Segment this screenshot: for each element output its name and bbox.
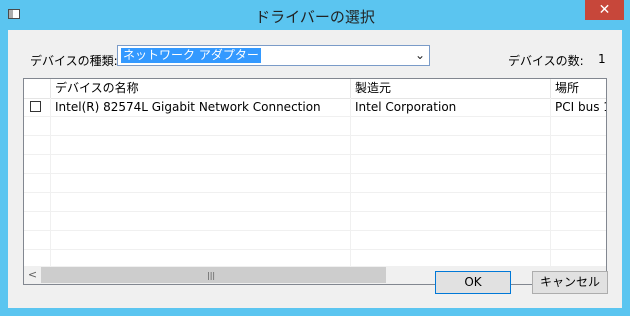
empty-row xyxy=(24,117,606,136)
column-header-manufacturer[interactable]: 製造元 xyxy=(351,79,551,98)
chevron-down-icon[interactable]: ⌄ xyxy=(415,48,425,62)
device-type-dropdown[interactable]: ネットワーク アダプター ⌄ xyxy=(117,45,430,66)
column-header-name[interactable]: デバイスの名称 xyxy=(51,79,351,98)
cancel-button[interactable]: キャンセル xyxy=(532,271,608,294)
device-count-label: デバイスの数: xyxy=(508,54,584,68)
location-cell: PCI bus 1 xyxy=(555,100,606,114)
grip-icon: ||| xyxy=(207,271,216,280)
device-type-value: ネットワーク アダプター xyxy=(121,48,261,63)
ok-button[interactable]: OK xyxy=(435,271,511,294)
empty-row xyxy=(24,231,606,250)
horizontal-scrollbar[interactable]: < ||| > xyxy=(24,266,606,284)
row-checkbox[interactable] xyxy=(30,101,41,112)
scrollbar-thumb[interactable]: ||| xyxy=(41,267,386,283)
table-row[interactable]: Intel(R) 82574L Gigabit Network Connecti… xyxy=(24,98,606,117)
manufacturer-cell: Intel Corporation xyxy=(355,100,457,114)
device-count-value: 1 xyxy=(598,52,606,66)
empty-row xyxy=(24,174,606,193)
header-checkbox-column[interactable] xyxy=(24,79,51,98)
empty-row xyxy=(24,155,606,174)
device-name-cell: Intel(R) 82574L Gigabit Network Connecti… xyxy=(55,100,321,114)
scroll-left-icon[interactable]: < xyxy=(24,266,41,284)
device-type-label: デバイスの種類: xyxy=(30,54,118,68)
window-title: ドライバーの選択 xyxy=(255,8,375,26)
device-list[interactable]: デバイスの名称 製造元 場所 Intel(R) 82574L Gigabit N… xyxy=(23,78,607,285)
empty-row xyxy=(24,136,606,155)
list-header: デバイスの名称 製造元 場所 xyxy=(24,79,606,99)
close-button[interactable]: ✕ xyxy=(585,0,624,20)
title-bar[interactable]: ドライバーの選択 ✕ xyxy=(0,0,630,30)
empty-row xyxy=(24,212,606,231)
empty-row xyxy=(24,193,606,212)
column-header-location[interactable]: 場所 xyxy=(551,79,606,98)
dialog-window: ドライバーの選択 ✕ デバイスの種類: ネットワーク アダプター ⌄ デバイスの… xyxy=(0,0,630,316)
dialog-body: デバイスの種類: ネットワーク アダプター ⌄ デバイスの数: 1 デバイスの名… xyxy=(8,30,622,308)
